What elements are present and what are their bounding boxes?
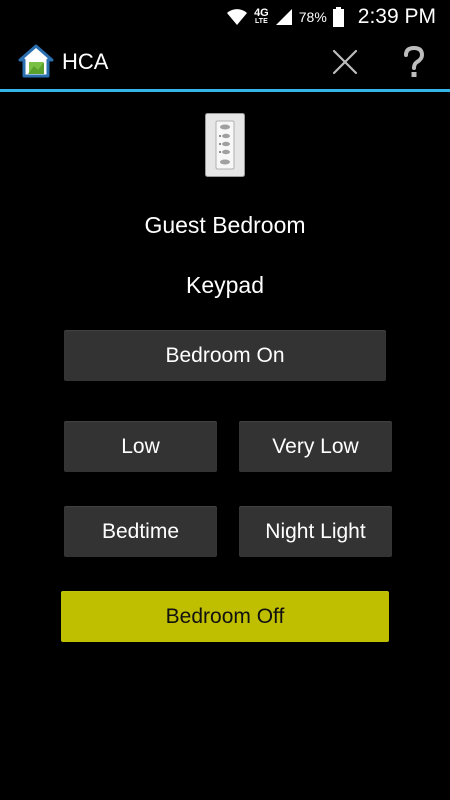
low-button[interactable]: Low <box>64 421 217 472</box>
status-icons: 4G LTE 78% 2:39 PM <box>226 4 436 30</box>
signal-icon <box>275 9 292 25</box>
device-type: Keypad <box>185 272 264 298</box>
app-title: HCA <box>62 49 109 74</box>
network-label: 4G <box>254 7 269 19</box>
device-name: Guest Bedroom <box>144 212 306 238</box>
bedroom-on-button[interactable]: Bedroom On <box>64 330 386 381</box>
action-bar: HCA <box>0 34 450 92</box>
night-light-button[interactable]: Night Light <box>239 506 392 557</box>
help-icon <box>404 46 425 77</box>
status-bar: 4G LTE 78% 2:39 PM <box>0 0 450 34</box>
battery-percent: 78% <box>298 9 327 25</box>
status-clock: 2:39 PM <box>357 5 436 28</box>
network-sub-label: LTE <box>255 18 268 25</box>
battery-icon <box>332 7 344 27</box>
close-button[interactable] <box>325 44 365 80</box>
bedtime-button[interactable]: Bedtime <box>64 506 217 557</box>
wifi-icon <box>227 9 248 25</box>
app-logo-icon <box>18 44 54 78</box>
close-icon <box>332 49 358 75</box>
bedroom-off-button[interactable]: Bedroom Off <box>61 591 389 642</box>
action-bar-divider <box>0 89 450 92</box>
very-low-button[interactable]: Very Low <box>239 421 392 472</box>
help-button[interactable] <box>394 42 434 82</box>
network-type: 4G LTE <box>254 8 269 26</box>
keypad-icon <box>205 113 245 177</box>
